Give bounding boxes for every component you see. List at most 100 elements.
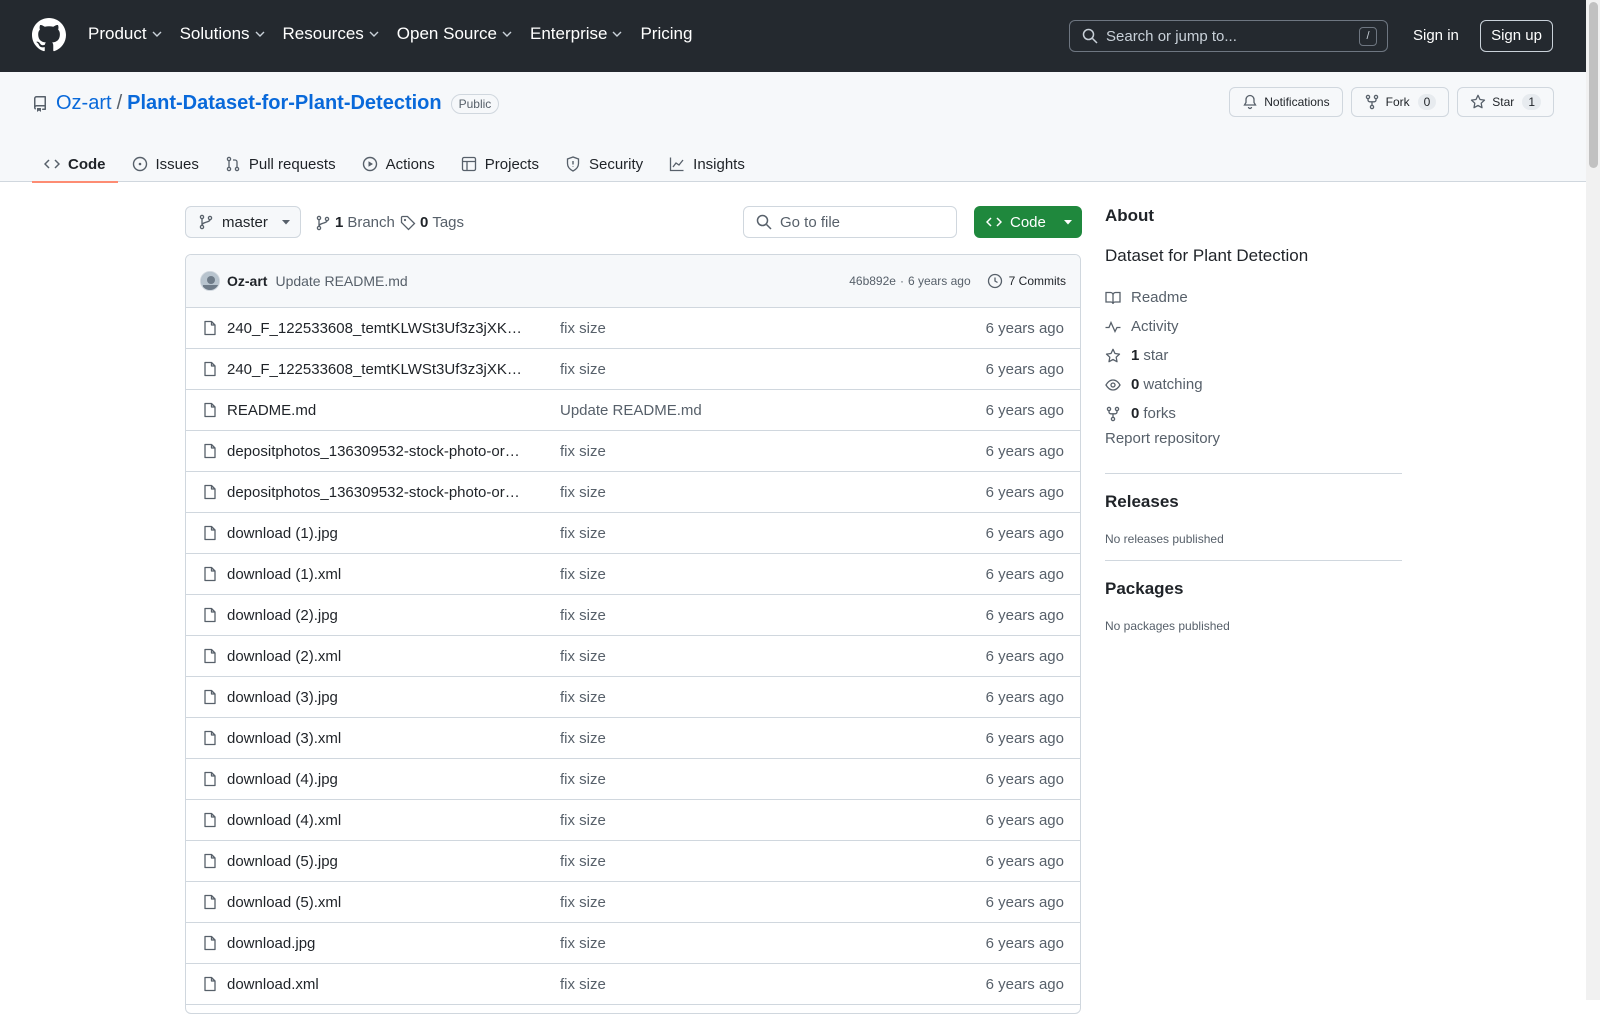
file-commit-message-link[interactable]: fix size [560, 853, 606, 870]
repo-name-link[interactable]: Plant-Dataset-for-Plant-Detection [127, 92, 441, 115]
star-label: Star [1492, 95, 1515, 109]
sign-up-button[interactable]: Sign up [1480, 20, 1553, 52]
commit-message-link[interactable]: Update README.md [275, 273, 407, 289]
file-name-link[interactable]: download (1).xml [227, 566, 527, 583]
file-name-link[interactable]: 240_F_122533608_temtKLWSt3Uf3z3jXK535… [227, 361, 527, 378]
tags-link[interactable]: 0 Tags [400, 214, 464, 231]
tab-issues[interactable]: Issues [120, 146, 211, 182]
watching-count: 0 [1131, 376, 1140, 393]
nav-open-source[interactable]: Open Source [397, 24, 513, 44]
table-row[interactable]: download (1).jpg fix size 6 years ago [186, 513, 1080, 554]
file-commit-message-link[interactable]: fix size [560, 484, 606, 501]
report-repository-link[interactable]: Report repository [1105, 430, 1402, 459]
table-row[interactable]: download.jpg fix size 6 years ago [186, 923, 1080, 964]
file-name-link[interactable]: download (5).xml [227, 894, 527, 911]
file-icon [204, 771, 216, 787]
tab-pull-requests[interactable]: Pull requests [213, 146, 348, 182]
releases-heading[interactable]: Releases [1105, 492, 1402, 512]
file-icon [204, 648, 216, 664]
file-commit-message-link[interactable]: fix size [560, 976, 606, 993]
file-name-link[interactable]: download (4).xml [227, 812, 527, 829]
table-row[interactable]: download.xml fix size 6 years ago [186, 964, 1080, 1005]
file-commit-message-link[interactable]: fix size [560, 935, 606, 952]
table-row[interactable]: download (2).jpg fix size 6 years ago [186, 595, 1080, 636]
file-commit-message-link[interactable]: fix size [560, 689, 606, 706]
file-commit-message-link[interactable]: fix size [560, 812, 606, 829]
table-row[interactable]: depositphotos_136309532-stock-photo-orga… [186, 472, 1080, 513]
forks-link[interactable]: 0 forks [1105, 399, 1402, 428]
nav-product[interactable]: Product [88, 24, 163, 44]
file-commit-message-link[interactable]: fix size [560, 607, 606, 624]
file-name-link[interactable]: depositphotos_136309532-stock-photo-orga… [227, 443, 527, 460]
table-row[interactable]: download (2).xml fix size 6 years ago [186, 636, 1080, 677]
scrollbar-thumb[interactable] [1589, 2, 1598, 168]
star-button[interactable]: Star 1 [1457, 87, 1554, 117]
readme-link[interactable]: Readme [1105, 283, 1402, 312]
file-commit-message-link[interactable]: fix size [560, 771, 606, 788]
file-name-link[interactable]: download (5).jpg [227, 853, 527, 870]
file-name-link[interactable]: download (2).jpg [227, 607, 527, 624]
table-row[interactable]: README.md Update README.md 6 years ago [186, 390, 1080, 431]
tab-actions[interactable]: Actions [350, 146, 447, 182]
activity-link[interactable]: Activity [1105, 312, 1402, 341]
commit-hash-link[interactable]: 46b892e [849, 274, 896, 288]
nav-resources[interactable]: Resources [283, 24, 380, 44]
branches-link[interactable]: 1 Branch [315, 214, 395, 231]
table-row[interactable]: download (3).xml fix size 6 years ago [186, 718, 1080, 759]
sign-in-link[interactable]: Sign in [1413, 27, 1459, 44]
commit-author-link[interactable]: Oz-art [227, 273, 267, 289]
table-row[interactable]: download (4).xml fix size 6 years ago [186, 800, 1080, 841]
file-name-link[interactable]: download (3).jpg [227, 689, 527, 706]
table-row[interactable]: 240_F_122533608_temtKLWSt3Uf3z3jXK535… fi… [186, 349, 1080, 390]
file-commit-message-link[interactable]: fix size [560, 730, 606, 747]
file-name-link[interactable]: download (1).jpg [227, 525, 527, 542]
file-commit-message-link[interactable]: Update README.md [560, 402, 702, 419]
packages-heading[interactable]: Packages [1105, 579, 1402, 599]
file-commit-message-link[interactable]: fix size [560, 320, 606, 337]
github-logo-icon[interactable] [32, 18, 66, 52]
file-commit-message-link[interactable]: fix size [560, 894, 606, 911]
fork-button[interactable]: Fork 0 [1350, 87, 1450, 117]
tab-security[interactable]: Security [553, 146, 655, 182]
table-row[interactable]: download (1).xml fix size 6 years ago [186, 554, 1080, 595]
file-commit-message-link[interactable]: fix size [560, 443, 606, 460]
table-row[interactable]: depositphotos_136309532-stock-photo-orga… [186, 431, 1080, 472]
file-name-link[interactable]: download (2).xml [227, 648, 527, 665]
commits-history-link[interactable]: 7 Commits [987, 273, 1066, 289]
file-commit-message-link[interactable]: fix size [560, 566, 606, 583]
file-commit-message-link[interactable]: fix size [560, 525, 606, 542]
file-commit-message-link[interactable]: fix size [560, 648, 606, 665]
stars-link[interactable]: 1 star [1105, 341, 1402, 370]
search-input[interactable]: Search or jump to... / [1069, 20, 1388, 52]
file-commit-message-link[interactable]: fix size [560, 361, 606, 378]
nav-enterprise[interactable]: Enterprise [530, 24, 623, 44]
branch-select-button[interactable]: master [185, 206, 301, 238]
code-dropdown-button[interactable]: Code [974, 206, 1082, 238]
table-row[interactable]: download (4).jpg fix size 6 years ago [186, 759, 1080, 800]
repo-owner-link[interactable]: Oz-art [56, 92, 112, 115]
avatar[interactable] [200, 271, 220, 291]
file-name-link[interactable]: download.xml [227, 976, 527, 993]
tab-insights[interactable]: Insights [657, 146, 757, 182]
nav-solutions[interactable]: Solutions [180, 24, 266, 44]
file-name-link[interactable]: 240_F_122533608_temtKLWSt3Uf3z3jXK535… [227, 320, 527, 337]
table-row[interactable]: download (5).xml fix size 6 years ago [186, 882, 1080, 923]
file-name-link[interactable]: README.md [227, 402, 527, 419]
tab-projects[interactable]: Projects [449, 146, 551, 182]
readme-label: Readme [1131, 289, 1188, 306]
table-row[interactable]: 240_F_122533608_temtKLWSt3Uf3z3jXK535… fi… [186, 308, 1080, 349]
packages-empty-text: No packages published [1105, 619, 1230, 633]
table-row[interactable]: download (5).jpg fix size 6 years ago [186, 841, 1080, 882]
tag-icon [400, 215, 416, 230]
file-name-link[interactable]: download (3).xml [227, 730, 527, 747]
tab-code[interactable]: Code [32, 146, 118, 183]
nav-pricing[interactable]: Pricing [640, 24, 692, 44]
table-row[interactable]: download (3).jpg fix size 6 years ago [186, 677, 1080, 718]
file-name-link[interactable]: download.jpg [227, 935, 527, 952]
page-scrollbar[interactable] [1586, 0, 1600, 1000]
watchers-link[interactable]: 0 watching [1105, 370, 1402, 399]
file-name-link[interactable]: depositphotos_136309532-stock-photo-orga… [227, 484, 527, 501]
go-to-file-input[interactable]: Go to file [743, 206, 957, 238]
file-name-link[interactable]: download (4).jpg [227, 771, 527, 788]
notifications-button[interactable]: Notifications [1229, 87, 1343, 117]
